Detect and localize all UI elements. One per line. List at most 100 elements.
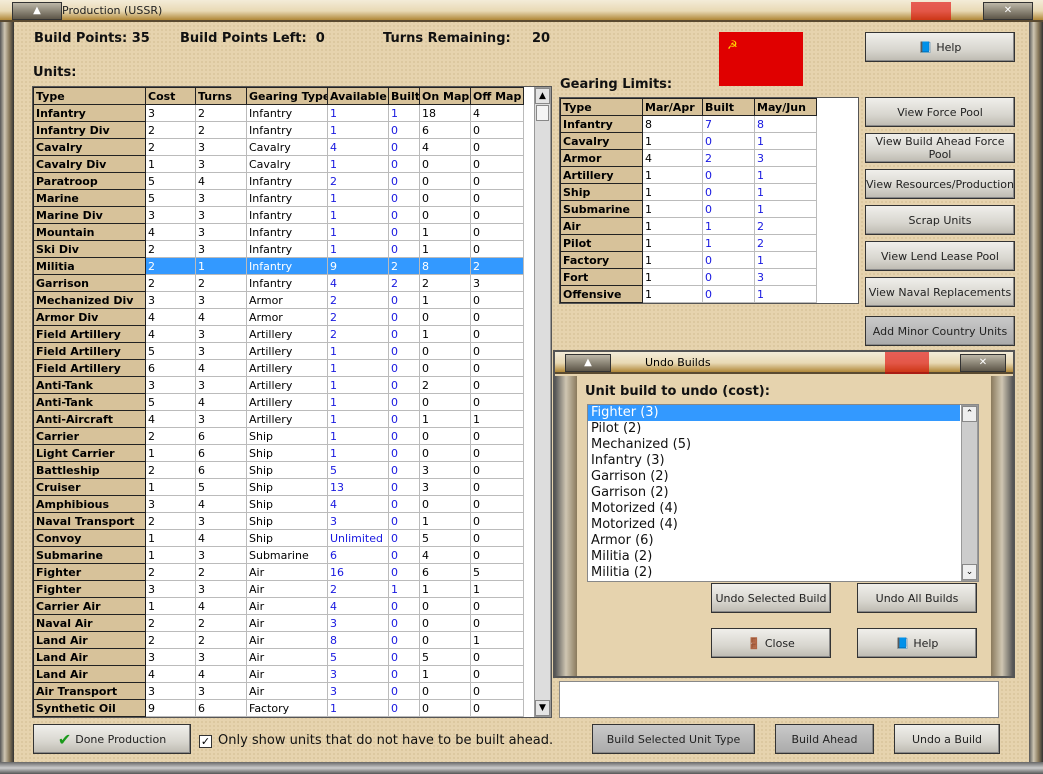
- units-row[interactable]: Convoy 1 4 Ship Unlimited 0 5 0: [33, 529, 524, 547]
- undo-selected-build-button[interactable]: Undo Selected Build: [711, 583, 831, 613]
- units-row[interactable]: Marine Div 3 3 Infantry 1 0 0 0: [33, 206, 524, 224]
- units-row[interactable]: Anti-Aircraft 4 3 Artillery 1 0 1 1: [33, 410, 524, 428]
- undo-list-item[interactable]: Armor (6): [588, 533, 960, 549]
- add-minor-country-units-button[interactable]: Add Minor Country Units: [865, 316, 1015, 346]
- units-row[interactable]: Infantry 3 2 Infantry 1 1 18 4: [33, 104, 524, 122]
- gearing-row[interactable]: Cavalry 1 0 1: [560, 132, 817, 150]
- units-row[interactable]: Fighter 3 3 Air 2 1 1 1: [33, 580, 524, 598]
- view-naval-replacements-button[interactable]: View Naval Replacements: [865, 277, 1015, 307]
- scroll-thumb[interactable]: [536, 105, 549, 121]
- undo-list-item[interactable]: Garrison (2): [588, 469, 960, 485]
- undo-scrollbar[interactable]: ⌃ ⌄: [961, 405, 978, 581]
- undo-list-item[interactable]: Infantry (3): [588, 453, 960, 469]
- only-show-checkbox[interactable]: ✓: [199, 735, 212, 748]
- undo-list-item[interactable]: Motorized (4): [588, 517, 960, 533]
- units-column-header[interactable]: Cost: [145, 87, 196, 105]
- units-row[interactable]: Fighter 2 2 Air 16 0 6 5: [33, 563, 524, 581]
- units-row[interactable]: Anti-Tank 3 3 Artillery 1 0 2 0: [33, 376, 524, 394]
- units-row[interactable]: Submarine 1 3 Submarine 6 0 4 0: [33, 546, 524, 564]
- view-resources-button[interactable]: View Resources/Production: [865, 169, 1015, 199]
- units-row[interactable]: Light Carrier 1 6 Ship 1 0 0 0: [33, 444, 524, 462]
- gearing-column-header[interactable]: Built: [702, 98, 755, 116]
- gearing-row[interactable]: Factory 1 0 1: [560, 251, 817, 269]
- minimize-button[interactable]: ▲: [12, 2, 62, 20]
- units-row[interactable]: Cavalry Div 1 3 Cavalry 1 0 0 0: [33, 155, 524, 173]
- gearing-row[interactable]: Ship 1 0 1: [560, 183, 817, 201]
- undo-all-builds-button[interactable]: Undo All Builds: [857, 583, 977, 613]
- undo-list-item[interactable]: Fighter (3): [588, 405, 960, 421]
- units-scrollbar[interactable]: ▲ ▼: [534, 87, 551, 717]
- gearing-row[interactable]: Artillery 1 0 1: [560, 166, 817, 184]
- units-row[interactable]: Militia 2 1 Infantry 9 2 8 2: [33, 257, 524, 275]
- scroll-down-icon[interactable]: ▼: [535, 700, 550, 716]
- build-ahead-button[interactable]: Build Ahead: [775, 724, 874, 754]
- units-row[interactable]: Mechanized Div 3 3 Armor 2 0 1 0: [33, 291, 524, 309]
- units-row[interactable]: Field Artillery 4 3 Artillery 2 0 1 0: [33, 325, 524, 343]
- units-row[interactable]: Armor Div 4 4 Armor 2 0 0 0: [33, 308, 524, 326]
- gearing-row[interactable]: Armor 4 2 3: [560, 149, 817, 167]
- done-production-button[interactable]: ✔ Done Production: [33, 724, 191, 754]
- gearing-row[interactable]: Offensive 1 0 1: [560, 285, 817, 303]
- units-row[interactable]: Paratroop 5 4 Infantry 2 0 0 0: [33, 172, 524, 190]
- undo-list-item[interactable]: Mechanized (5): [588, 437, 960, 453]
- units-column-header[interactable]: Gearing Type: [246, 87, 328, 105]
- undo-a-build-button[interactable]: Undo a Build: [894, 724, 1000, 754]
- units-cell: 0: [388, 291, 420, 309]
- units-row[interactable]: Ski Div 2 3 Infantry 1 0 1 0: [33, 240, 524, 258]
- undo-list-item[interactable]: Militia (2): [588, 549, 960, 565]
- units-row[interactable]: Anti-Tank 5 4 Artillery 1 0 0 0: [33, 393, 524, 411]
- units-row[interactable]: Naval Air 2 2 Air 3 0 0 0: [33, 614, 524, 632]
- units-row[interactable]: Battleship 2 6 Ship 5 0 3 0: [33, 461, 524, 479]
- units-row[interactable]: Air Transport 3 3 Air 3 0 0 0: [33, 682, 524, 700]
- units-row[interactable]: Land Air 4 4 Air 3 0 1 0: [33, 665, 524, 683]
- undo-list-item[interactable]: Motorized (4): [588, 501, 960, 517]
- units-column-header[interactable]: Available: [327, 87, 389, 105]
- undo-close-icon[interactable]: ✕: [960, 354, 1006, 372]
- undo-close-button[interactable]: 🚪 Close: [711, 628, 831, 658]
- units-row[interactable]: Carrier 2 6 Ship 1 0 0 0: [33, 427, 524, 445]
- undo-list-item[interactable]: Garrison (2): [588, 485, 960, 501]
- units-row[interactable]: Land Air 2 2 Air 8 0 0 1: [33, 631, 524, 649]
- gearing-row[interactable]: Infantry 8 7 8: [560, 115, 817, 133]
- undo-scroll-down-icon[interactable]: ⌄: [962, 564, 977, 580]
- units-column-header[interactable]: Built: [388, 87, 420, 105]
- units-column-header[interactable]: Type: [33, 87, 146, 105]
- units-row[interactable]: Land Air 3 3 Air 5 0 5 0: [33, 648, 524, 666]
- units-row[interactable]: Mountain 4 3 Infantry 1 0 1 0: [33, 223, 524, 241]
- help-button[interactable]: 📘 Help: [865, 32, 1015, 62]
- close-window-button[interactable]: ✕: [983, 2, 1033, 20]
- undo-minimize-button[interactable]: ▲: [565, 354, 611, 372]
- undo-scroll-up-icon[interactable]: ⌃: [962, 406, 977, 422]
- units-row[interactable]: Cruiser 1 5 Ship 13 0 3 0: [33, 478, 524, 496]
- units-row[interactable]: Infantry Div 2 2 Infantry 1 0 6 0: [33, 121, 524, 139]
- units-row[interactable]: Amphibious 3 4 Ship 4 0 0 0: [33, 495, 524, 513]
- view-build-ahead-button[interactable]: View Build Ahead Force Pool: [865, 133, 1015, 163]
- view-lend-lease-button[interactable]: View Lend Lease Pool: [865, 241, 1015, 271]
- units-row[interactable]: Marine 5 3 Infantry 1 0 0 0: [33, 189, 524, 207]
- units-row[interactable]: Field Artillery 6 4 Artillery 1 0 0 0: [33, 359, 524, 377]
- units-column-header[interactable]: Turns: [195, 87, 247, 105]
- units-row[interactable]: Garrison 2 2 Infantry 4 2 2 3: [33, 274, 524, 292]
- undo-listbox[interactable]: Fighter (3) Pilot (2) Mechanized (5) Infant…: [587, 404, 979, 582]
- gearing-row[interactable]: Air 1 1 2: [560, 217, 817, 235]
- units-row[interactable]: Cavalry 2 3 Cavalry 4 0 4 0: [33, 138, 524, 156]
- units-row[interactable]: Naval Transport 2 3 Ship 3 0 1 0: [33, 512, 524, 530]
- undo-list-item[interactable]: Pilot (2): [588, 421, 960, 437]
- units-row[interactable]: Field Artillery 5 3 Artillery 1 0 0 0: [33, 342, 524, 360]
- view-force-pool-button[interactable]: View Force Pool: [865, 97, 1015, 127]
- units-column-header[interactable]: Off Map: [470, 87, 524, 105]
- gearing-row[interactable]: Fort 1 0 3: [560, 268, 817, 286]
- gearing-row[interactable]: Pilot 1 1 2: [560, 234, 817, 252]
- build-selected-unit-type-button[interactable]: Build Selected Unit Type: [592, 724, 755, 754]
- gearing-column-header[interactable]: Mar/Apr: [642, 98, 703, 116]
- scrap-units-button[interactable]: Scrap Units: [865, 205, 1015, 235]
- gearing-column-header[interactable]: Type: [560, 98, 643, 116]
- scroll-up-icon[interactable]: ▲: [535, 88, 550, 104]
- gearing-column-header[interactable]: May/Jun: [754, 98, 817, 116]
- gearing-row[interactable]: Submarine 1 0 1: [560, 200, 817, 218]
- units-row[interactable]: Synthetic Oil 9 6 Factory 1 0 0 0: [33, 699, 524, 717]
- units-row[interactable]: Carrier Air 1 4 Air 4 0 0 0: [33, 597, 524, 615]
- undo-help-button[interactable]: 📘 Help: [857, 628, 977, 658]
- undo-list-item[interactable]: Militia (2): [588, 565, 960, 581]
- units-column-header[interactable]: On Map: [419, 87, 471, 105]
